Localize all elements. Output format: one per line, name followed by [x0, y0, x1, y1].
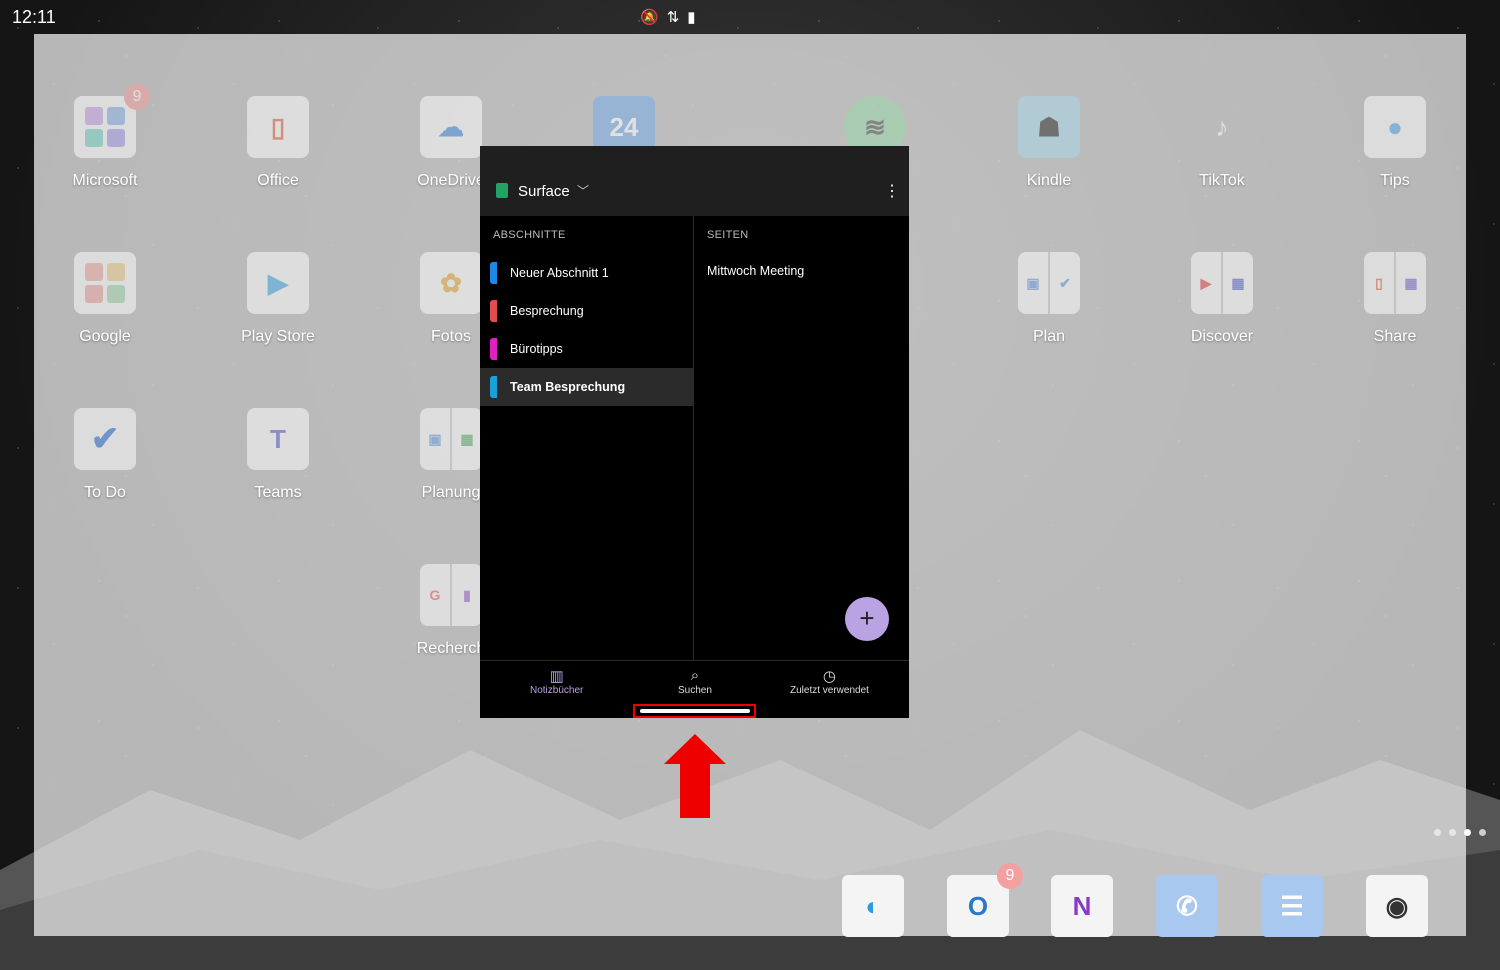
app-label: To Do — [84, 484, 126, 501]
notification-badge: 9 — [997, 863, 1023, 889]
status-bar: 12:11 🔕 ⇅ ▮ — [0, 0, 1500, 34]
section-label: Neuer Abschnitt 1 — [510, 266, 609, 280]
sections-pane: ABSCHNITTE Neuer Abschnitt 1 Besprechung… — [480, 216, 694, 660]
share-pair-icon: ▯ ▦ — [1364, 252, 1426, 314]
page-item[interactable]: Mittwoch Meeting — [707, 264, 804, 278]
discover-pair-icon: ▶ ▦ — [1191, 252, 1253, 314]
google-folder-icon — [74, 252, 136, 314]
search-icon: ⌕ — [690, 667, 700, 684]
app-teams[interactable]: T Teams — [198, 408, 358, 502]
app-label: Kindle — [1026, 172, 1072, 189]
app-label: Microsoft — [72, 172, 138, 189]
section-item[interactable]: Neuer Abschnitt 1 — [480, 254, 693, 292]
app-office[interactable]: ▯ Office — [198, 96, 358, 190]
app-label: Teams — [254, 484, 302, 501]
outlook-icon[interactable]: O 9 — [947, 863, 1023, 937]
app-label: Google — [79, 328, 131, 345]
app-label: Play Store — [241, 328, 315, 345]
wifi-icon: ⇅ — [666, 9, 680, 26]
app-label: Tips — [1380, 172, 1410, 189]
pages-pane: SEITEN Mittwoch Meeting + — [694, 216, 909, 660]
section-label: Team Besprechung — [510, 380, 626, 394]
teams-icon: T — [247, 408, 309, 470]
section-color-tab — [490, 262, 497, 284]
section-item[interactable]: Besprechung — [480, 292, 693, 330]
battery-icon: ▮ — [687, 9, 696, 26]
gesture-home-indicator[interactable] — [640, 709, 750, 713]
kindle-icon: ☗ — [1018, 96, 1080, 158]
onenote-icon[interactable]: N — [1051, 875, 1113, 937]
app-plan[interactable]: ▣ ✔ Plan — [969, 252, 1129, 346]
more-options-icon[interactable]: ⋮ — [884, 181, 900, 201]
app-label: TikTok — [1199, 172, 1245, 189]
recherche-pair-icon: G ▮ — [420, 564, 482, 626]
app-label: Share — [1373, 328, 1417, 345]
section-label: Besprechung — [510, 304, 584, 318]
sections-heading: ABSCHNITTE — [493, 229, 566, 241]
chevron-down-icon[interactable]: ﹀ — [577, 182, 589, 199]
clock-icon: ◷ — [822, 668, 837, 685]
nav-label: Zuletzt verwendet — [790, 685, 869, 696]
planung-pair-icon: ▣ ▦ — [420, 408, 482, 470]
camera-icon[interactable]: ◉ — [1366, 875, 1428, 937]
mute-icon: 🔕 — [640, 9, 659, 26]
status-time: 12:11 — [12, 7, 56, 27]
lightbulb-icon: ● — [1364, 96, 1426, 158]
outlook-glyph: O — [967, 890, 989, 921]
phone-icon[interactable]: ✆ — [1156, 875, 1218, 937]
to-do-icon: ✔ — [74, 408, 136, 470]
section-item[interactable]: Bürotipps — [480, 330, 693, 368]
nav-search[interactable]: ⌕ Suchen — [678, 667, 712, 696]
page-indicator — [1434, 829, 1486, 836]
page-dot — [1449, 829, 1456, 836]
pages-heading: SEITEN — [707, 229, 749, 241]
onenote-app-window[interactable]: Surface ﹀ ⋮ ABSCHNITTE Neuer Abschnitt 1… — [480, 146, 909, 718]
notification-badge: 9 — [124, 84, 150, 110]
app-label: Office — [257, 172, 299, 189]
app-microsoft-folder[interactable]: 9 Microsoft — [25, 84, 185, 190]
page-dot-active — [1464, 829, 1471, 836]
section-color-tab — [490, 376, 497, 398]
app-tiktok[interactable]: ♪ TikTok — [1142, 96, 1302, 190]
app-label: Plan — [1032, 328, 1066, 345]
plan-pair-icon: ▣ ✔ — [1018, 252, 1080, 314]
nav-recent[interactable]: ◷ Zuletzt verwendet — [790, 667, 869, 696]
page-dot — [1434, 829, 1441, 836]
section-label: Bürotipps — [510, 342, 563, 356]
onenote-glyph: N — [1072, 890, 1092, 921]
app-kindle[interactable]: ☗ Kindle — [969, 96, 1129, 190]
app-tips[interactable]: ● Tips — [1315, 96, 1475, 190]
app-play-store[interactable]: ▶ Play Store — [198, 252, 358, 346]
notebook-title[interactable]: Surface — [518, 183, 570, 200]
status-icons: 🔕 ⇅ ▮ — [640, 8, 696, 26]
office-icon: ▯ — [247, 96, 309, 158]
section-color-tab — [490, 300, 497, 322]
edge-icon[interactable]: ◐ — [842, 875, 904, 937]
app-header: Surface ﹀ ⋮ — [480, 146, 909, 216]
section-color-tab — [490, 338, 497, 360]
app-label: Discover — [1190, 328, 1254, 345]
swipe-up-arrow-icon — [664, 734, 726, 818]
tiktok-icon: ♪ — [1191, 96, 1253, 158]
page-dot — [1479, 829, 1486, 836]
app-share[interactable]: ▯ ▦ Share — [1315, 252, 1475, 346]
nav-label: Suchen — [678, 685, 712, 696]
notebook-icon — [496, 183, 508, 198]
section-item-selected[interactable]: Team Besprechung — [480, 368, 693, 406]
notebooks-icon: ▥ — [549, 668, 564, 685]
app-google-folder[interactable]: Google — [25, 252, 185, 346]
onedrive-icon: ☁ — [420, 96, 482, 158]
play-store-icon: ▶ — [247, 252, 309, 314]
app-to-do[interactable]: ✔ To Do — [25, 408, 185, 502]
photos-icon: ✿ — [420, 252, 482, 314]
app-discover[interactable]: ▶ ▦ Discover — [1142, 252, 1302, 346]
nav-notebooks[interactable]: ▥ Notizbücher — [530, 667, 583, 696]
nav-label: Notizbücher — [530, 685, 584, 696]
messages-icon[interactable]: ☰ — [1261, 875, 1323, 937]
microsoft-folder-icon: 9 — [74, 84, 150, 158]
add-page-button[interactable]: + — [845, 597, 889, 641]
